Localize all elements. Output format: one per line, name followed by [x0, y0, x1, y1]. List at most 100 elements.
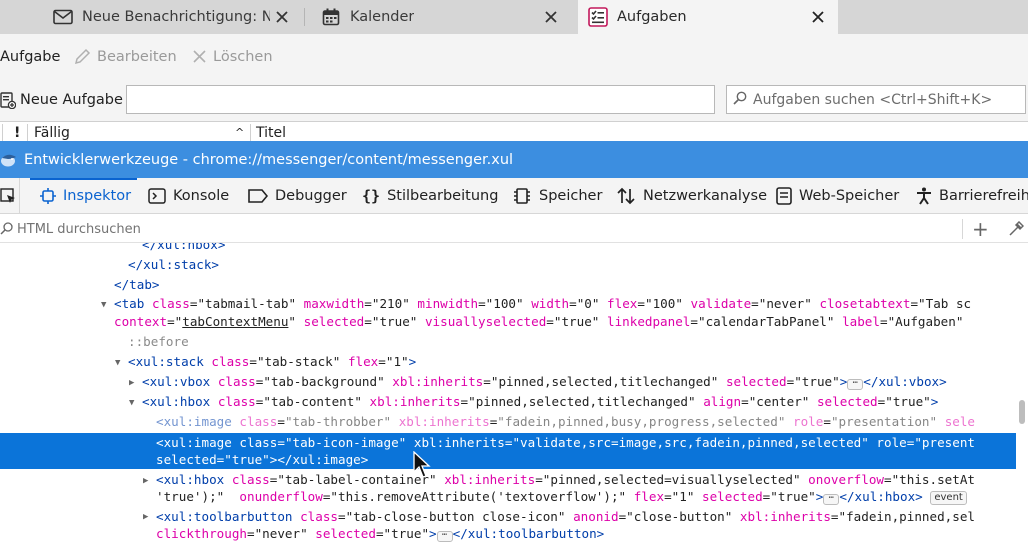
new-task-input[interactable] — [126, 85, 715, 114]
ellipsis-button[interactable]: ⋯ — [847, 379, 864, 390]
memory-icon — [512, 187, 532, 205]
tab-new-notification[interactable]: Neue Benachrichtigung: Neu — [52, 0, 296, 34]
expand-toggle-icon[interactable]: ▼ — [115, 358, 125, 368]
ellipsis-button[interactable]: ⋯ — [436, 531, 453, 542]
mouse-cursor-icon — [413, 450, 433, 483]
markup-line[interactable]: <xul:toolbarbutton class="tab-close-butt… — [156, 508, 975, 526]
markup-line[interactable]: </tab> — [114, 276, 160, 294]
network-icon — [616, 187, 636, 205]
new-task-button[interactable]: Aufgabe — [0, 34, 60, 79]
close-icon[interactable] — [541, 7, 561, 27]
add-node-button[interactable]: + — [972, 219, 989, 239]
tab-label: Inspektor — [63, 188, 132, 204]
new-task-icon — [0, 91, 17, 113]
tab-label: Barrierefreihe — [939, 188, 1028, 204]
markup-line[interactable]: <xul:hbox class="tab-label-container" xb… — [156, 471, 975, 489]
tab-label: Netzwerkanalyse — [643, 188, 767, 204]
markup-line[interactable]: <xul:image class="tab-throbber" xbl:inhe… — [156, 413, 975, 431]
tab-network[interactable]: Netzwerkanalyse — [616, 178, 767, 213]
calendar-icon — [320, 7, 342, 27]
markup-line[interactable]: <tab class="tabmail-tab" maxwidth="210" … — [114, 295, 971, 313]
tab-label: Kalender — [350, 9, 415, 25]
tab-memory[interactable]: Speicher — [512, 178, 603, 213]
ellipsis-button[interactable]: ⋯ — [823, 494, 840, 505]
markup-line[interactable]: 'true');" onunderflow="this.removeAttrib… — [156, 488, 967, 506]
expand-toggle-icon[interactable]: ▼ — [101, 300, 111, 310]
new-task-label: Aufgabe — [0, 48, 61, 65]
task-search-input[interactable]: Aufgaben suchen <Ctrl+Shift+K> — [726, 85, 1026, 114]
tab-storage[interactable]: Web-Speicher — [776, 178, 900, 213]
tab-label: Neue Benachrichtigung: Neu — [82, 9, 270, 25]
tab-debugger[interactable]: Debugger — [248, 178, 347, 213]
column-title[interactable]: Titel — [256, 125, 286, 141]
window-title-text: Entwicklerwerkzeuge - chrome://messenger… — [24, 151, 514, 168]
expand-toggle-icon[interactable]: ▼ — [129, 398, 139, 408]
edit-button[interactable]: Bearbeiten — [74, 34, 177, 79]
markup-line[interactable]: </xul:stack> — [128, 256, 219, 274]
edit-label: Bearbeiten — [97, 48, 177, 65]
selected-node[interactable]: <xul:image class="tab-icon-image" xbl:in… — [0, 433, 1016, 469]
markup-line: <xul:image class="tab-icon-image" xbl:in… — [156, 435, 976, 450]
pencil-icon — [74, 48, 91, 65]
search-placeholder: Aufgaben suchen <Ctrl+Shift+K> — [753, 91, 993, 108]
element-picker-button[interactable] — [0, 178, 20, 213]
tab-label: Web-Speicher — [799, 188, 900, 204]
task-toolbar: Aufgabe Bearbeiten Löschen — [0, 34, 1028, 79]
search-icon — [733, 91, 747, 109]
column-divider — [27, 124, 28, 141]
expand-toggle-icon[interactable]: ▶ — [143, 476, 153, 486]
task-list-header: ! Fällig ^ Titel — [0, 121, 1028, 141]
new-task-field-label: Neue Aufgabe — [20, 92, 123, 108]
debugger-icon — [248, 189, 268, 203]
delete-label: Löschen — [213, 48, 273, 65]
tasks-icon — [587, 7, 609, 27]
scrollbar-thumb[interactable] — [1019, 400, 1025, 424]
devtools-window-title: Entwicklerwerkzeuge - chrome://messenger… — [0, 141, 1028, 178]
markup-line: selected="true"></xul:image> — [156, 452, 369, 467]
event-badge[interactable]: event — [930, 491, 967, 505]
tab-accessibility[interactable]: Barrierefreihe — [916, 178, 1028, 213]
markup-scrollbar[interactable] — [1016, 398, 1028, 546]
delete-button[interactable]: Löschen — [192, 34, 273, 79]
column-due[interactable]: Fällig — [34, 125, 70, 141]
sort-ascending-icon: ^ — [235, 126, 245, 139]
devtools-toolbox-tabs: Inspektor Konsole Debugger {} Stilbearbe… — [0, 178, 1028, 214]
tab-label: Konsole — [173, 188, 230, 204]
html-search-input[interactable]: HTML durchsuchen — [17, 222, 141, 237]
tab-style-editor[interactable]: {} Stilbearbeitung — [362, 178, 498, 213]
context-menu-link: tabContextMenu — [182, 314, 289, 329]
markup-line[interactable]: context="tabContextMenu" selected="true"… — [114, 313, 963, 331]
markup-search-bar: HTML durchsuchen + — [0, 215, 1028, 243]
tab-console[interactable]: Konsole — [148, 178, 230, 213]
tab-calendar[interactable]: Kalender — [320, 0, 570, 34]
style-editor-icon: {} — [362, 187, 381, 205]
task-filter-row: Neue Aufgabe Aufgaben suchen <Ctrl+Shift… — [0, 79, 1028, 121]
tab-label: Aufgaben — [617, 9, 687, 25]
markup-line[interactable]: <xul:stack class="tab-stack" flex="1"> — [128, 353, 416, 371]
tab-strip: Neue Benachrichtigung: Neu Kalender Aufg… — [0, 0, 1028, 34]
delete-x-icon — [192, 49, 207, 64]
tab-separator — [304, 8, 305, 26]
markup-line[interactable]: ::before — [128, 333, 189, 351]
tab-label: Speicher — [539, 188, 603, 204]
tab-tasks[interactable]: Aufgaben — [578, 0, 838, 34]
thunderbird-icon — [0, 151, 18, 169]
tab-inspector[interactable]: Inspektor — [29, 178, 138, 213]
close-icon[interactable] — [272, 7, 292, 27]
expand-toggle-icon[interactable]: ▶ — [143, 512, 153, 522]
inspector-icon — [40, 188, 56, 204]
markup-line[interactable]: <xul:vbox class="tab-background" xbl:inh… — [142, 373, 947, 391]
storage-icon — [776, 187, 792, 205]
toolbar-divider — [962, 219, 963, 239]
search-icon — [0, 222, 13, 239]
markup-line[interactable]: <xul:hbox class="tab-content" xbl:inheri… — [142, 393, 938, 411]
eyedropper-icon[interactable] — [1008, 220, 1025, 241]
close-icon[interactable] — [808, 7, 828, 27]
column-priority[interactable]: ! — [14, 125, 20, 141]
markup-line[interactable]: clickthrough="never" selected="true"> ⋯ </… — [156, 525, 604, 543]
expand-toggle-icon[interactable]: ▶ — [129, 378, 139, 388]
tab-label: Debugger — [275, 188, 347, 204]
console-icon — [148, 188, 166, 204]
accessibility-icon — [916, 187, 932, 205]
markup-line[interactable]: </xul:hbox> — [142, 243, 225, 254]
